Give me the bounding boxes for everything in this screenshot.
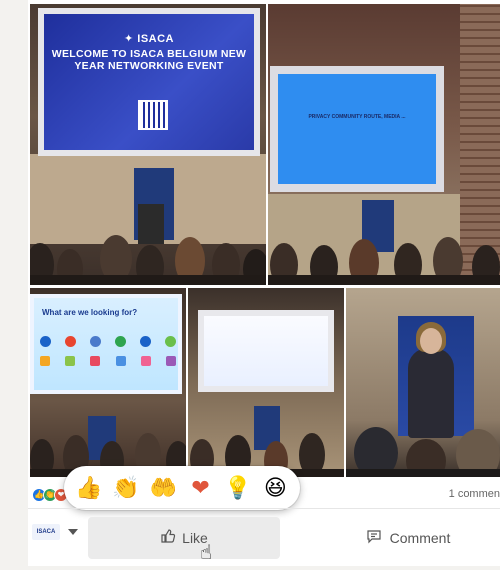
qr-code-icon xyxy=(138,100,168,130)
audience-heads xyxy=(30,235,266,285)
privacy-slide-text: PRIVACY COMMUNITY ROUTE, MEDIA ... xyxy=(308,114,406,120)
actor-switcher[interactable]: ISACA xyxy=(32,524,78,540)
projection-screen xyxy=(198,310,334,392)
chevron-down-icon xyxy=(68,529,78,535)
slide-title: What are we looking for? xyxy=(42,308,138,317)
isaca-logo: ✦ ISACA xyxy=(124,33,174,45)
speaker-face xyxy=(420,328,442,354)
thumbs-up-icon xyxy=(160,528,176,549)
event-photo-presenter[interactable] xyxy=(188,288,344,477)
love-reaction-icon[interactable]: ❤ xyxy=(186,473,216,503)
comment-icon xyxy=(366,528,382,548)
comment-icon xyxy=(367,530,381,544)
projection-screen: What are we looking for? xyxy=(30,294,182,394)
audience-heads xyxy=(268,237,500,285)
projection-screen: ✦ ISACA WELCOME TO ISACA BELGIUM NEW YEA… xyxy=(38,8,260,156)
welcome-slide-text: WELCOME TO ISACA BELGIUM NEW YEAR NETWOR… xyxy=(51,48,247,72)
projection-screen: PRIVACY COMMUNITY ROUTE, MEDIA ... xyxy=(270,66,444,192)
like-reaction-icon[interactable]: 👍 xyxy=(74,473,104,503)
comment-label: Comment xyxy=(389,530,451,546)
thumbs-up-icon xyxy=(161,528,176,543)
support-reaction-icon[interactable]: 🤲 xyxy=(148,473,178,503)
page-edge xyxy=(0,566,500,570)
event-photo-privacy[interactable]: PRIVACY COMMUNITY ROUTE, MEDIA ... xyxy=(268,4,500,285)
event-photo-welcome[interactable]: ✦ ISACA WELCOME TO ISACA BELGIUM NEW YEA… xyxy=(30,4,266,285)
like-button[interactable]: Like xyxy=(88,517,280,559)
reaction-picker: 👍 👏 🤲 ❤ 💡 😆 xyxy=(64,466,300,510)
funny-reaction-icon[interactable]: 😆 xyxy=(260,473,290,503)
event-photo-looking-for[interactable]: What are we looking for? xyxy=(30,288,186,477)
slide-icon-row xyxy=(40,356,176,366)
actor-avatar: ISACA xyxy=(32,524,60,540)
post-card: ✦ ISACA WELCOME TO ISACA BELGIUM NEW YEA… xyxy=(28,0,500,570)
left-gutter xyxy=(0,0,28,570)
audience-heads xyxy=(346,427,500,477)
divider xyxy=(28,508,500,509)
hand-cursor-icon: ☝ xyxy=(200,542,213,564)
event-photo-speaker[interactable] xyxy=(346,288,500,477)
insightful-reaction-icon[interactable]: 💡 xyxy=(223,473,253,503)
slide-icon-row xyxy=(40,336,176,347)
comments-count[interactable]: 1 commen xyxy=(449,488,500,500)
reaction-summary[interactable]: 👍 👏 ❤ xyxy=(32,487,68,503)
comment-button[interactable]: Comment xyxy=(328,517,488,559)
celebrate-reaction-icon[interactable]: 👏 xyxy=(111,473,141,503)
